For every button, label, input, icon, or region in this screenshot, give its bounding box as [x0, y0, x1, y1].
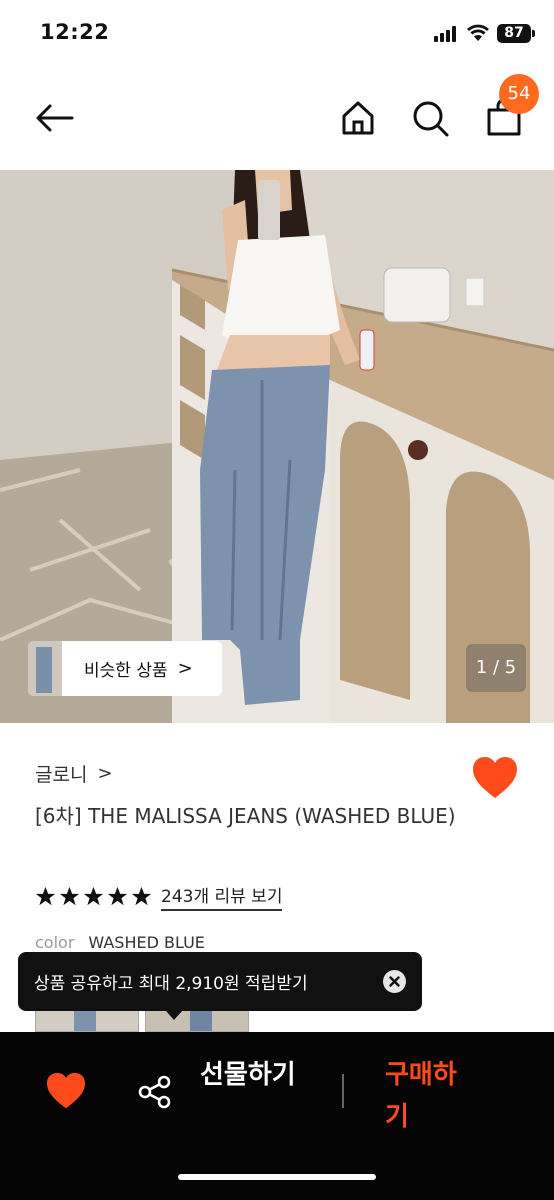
chevron-right-icon: >	[97, 763, 113, 784]
star-icon	[35, 886, 56, 905]
brand-link[interactable]: 글로니 >	[35, 760, 113, 787]
star-icon	[59, 886, 80, 905]
color-value: WASHED BLUE	[88, 933, 205, 952]
battery-icon: 87	[497, 24, 535, 43]
cellular-signal-icon	[434, 26, 460, 42]
color-thumbnails	[35, 1008, 255, 1032]
similar-product-thumbnail	[28, 641, 62, 696]
color-option-row: color WASHED BLUE	[35, 933, 205, 952]
brand-name: 글로니	[35, 764, 88, 786]
product-title: [6차] THE MALISSA JEANS (WASHED BLUE)	[35, 804, 456, 828]
buy-button[interactable]: 구매하기	[385, 1054, 475, 1138]
similar-products-button[interactable]: 비슷한 상품 >	[28, 641, 222, 696]
search-icon[interactable]	[410, 98, 450, 138]
star-icon	[83, 886, 104, 905]
status-time: 12:22	[40, 20, 110, 44]
toast-pointer	[165, 1010, 183, 1020]
color-thumbnail[interactable]	[35, 1008, 139, 1032]
share-reward-toast: 상품 공유하고 최대 2,910원 적립받기	[18, 952, 422, 1020]
status-bar: 12:22 87	[0, 0, 554, 66]
home-icon[interactable]	[338, 98, 378, 138]
similar-products-label: 비슷한 상품	[84, 661, 168, 681]
top-nav: 54	[0, 66, 554, 170]
gift-button[interactable]: 선물하기	[200, 1054, 296, 1096]
close-icon[interactable]	[383, 970, 406, 993]
color-thumbnail[interactable]	[145, 1008, 249, 1032]
view-reviews-link[interactable]: 243개 리뷰 보기	[161, 882, 283, 911]
color-label: color	[35, 933, 75, 952]
back-arrow-icon[interactable]	[34, 98, 74, 138]
heart-icon[interactable]	[472, 756, 518, 800]
image-pager: 1 / 5	[466, 644, 526, 692]
cart-count-badge: 54	[499, 74, 539, 114]
rating-row: 243개 리뷰 보기	[35, 882, 283, 911]
star-icon	[107, 886, 128, 905]
toast-message: 상품 공유하고 최대 2,910원 적립받기	[34, 974, 308, 994]
home-indicator	[178, 1174, 376, 1180]
heart-icon[interactable]	[46, 1072, 86, 1110]
rating-stars	[35, 886, 155, 907]
divider	[342, 1074, 344, 1108]
star-icon	[131, 886, 152, 905]
chevron-right-icon: >	[177, 658, 193, 679]
wifi-icon	[467, 24, 489, 41]
share-icon[interactable]	[138, 1075, 172, 1109]
product-image-carousel[interactable]: 비슷한 상품 > 1 / 5	[0, 170, 554, 723]
bottom-action-bar: 선물하기 구매하기	[0, 1032, 554, 1200]
